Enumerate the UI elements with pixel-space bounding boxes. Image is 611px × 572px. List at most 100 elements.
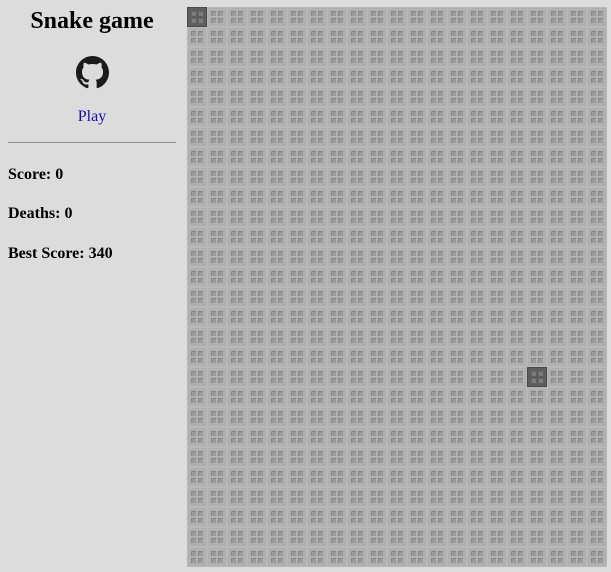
- grid-cell: [447, 7, 467, 27]
- grid-cell: [247, 207, 267, 227]
- grid-cell: [367, 7, 387, 27]
- grid-cell: [467, 107, 487, 127]
- grid-cell: [387, 247, 407, 267]
- grid-cell: [267, 367, 287, 387]
- grid-cell: [547, 487, 567, 507]
- grid-cell: [587, 247, 607, 267]
- grid-cell: [527, 447, 547, 467]
- grid-cell: [407, 407, 427, 427]
- grid-cell: [347, 407, 367, 427]
- grid-cell: [467, 467, 487, 487]
- grid-cell: [407, 67, 427, 87]
- grid-cell: [387, 207, 407, 227]
- grid-cell: [247, 487, 267, 507]
- score-text: Score: 0: [8, 166, 64, 183]
- grid-cell: [187, 427, 207, 447]
- grid-cell: [547, 307, 567, 327]
- grid-cell: [227, 107, 247, 127]
- grid-cell: [567, 447, 587, 467]
- grid-cell: [227, 347, 247, 367]
- grid-cell: [267, 7, 287, 27]
- play-link[interactable]: Play: [0, 108, 184, 126]
- grid-cell: [447, 147, 467, 167]
- grid-cell: [207, 7, 227, 27]
- grid-cell: [487, 67, 507, 87]
- grid-cell: [467, 507, 487, 527]
- grid-cell: [387, 267, 407, 287]
- grid-cell: [467, 247, 487, 267]
- grid-cell: [227, 367, 247, 387]
- grid-cell: [287, 547, 307, 567]
- grid-cell: [567, 347, 587, 367]
- grid-cell: [227, 267, 247, 287]
- grid-cell: [587, 327, 607, 347]
- grid-cell: [287, 87, 307, 107]
- grid-cell: [227, 547, 247, 567]
- grid-cell: [587, 47, 607, 67]
- grid-cell: [547, 427, 567, 447]
- grid-cell: [207, 447, 227, 467]
- grid-cell: [387, 447, 407, 467]
- grid-cell: [347, 447, 367, 467]
- github-icon[interactable]: [76, 56, 109, 89]
- grid-cell: [527, 347, 547, 367]
- grid-cell: [587, 427, 607, 447]
- grid-cell: [547, 507, 567, 527]
- grid-cell: [447, 227, 467, 247]
- grid-cell: [267, 347, 287, 367]
- grid-cell: [547, 7, 567, 27]
- grid-cell: [407, 367, 427, 387]
- grid-cell: [507, 67, 527, 87]
- grid-cell: [467, 307, 487, 327]
- grid-cell: [487, 207, 507, 227]
- grid-cell: [507, 527, 527, 547]
- grid-cell: [407, 267, 427, 287]
- grid-cell: [587, 167, 607, 187]
- grid-cell: [447, 47, 467, 67]
- grid-cell: [587, 27, 607, 47]
- grid-cell: [347, 507, 367, 527]
- grid-cell: [407, 187, 427, 207]
- grid-cell: [287, 387, 307, 407]
- grid-cell: [207, 387, 227, 407]
- grid-cell: [467, 347, 487, 367]
- grid-cell: [367, 147, 387, 167]
- grid-cell: [427, 367, 447, 387]
- grid-cell: [247, 167, 267, 187]
- grid-cell: [427, 247, 447, 267]
- grid-cell: [227, 207, 247, 227]
- grid-cell: [347, 87, 367, 107]
- grid-cell: [587, 407, 607, 427]
- grid-cell: [567, 207, 587, 227]
- grid-cell: [547, 287, 567, 307]
- grid-cell: [487, 287, 507, 307]
- grid-cell: [527, 87, 547, 107]
- grid-cell: [587, 227, 607, 247]
- grid-cell: [307, 447, 327, 467]
- grid-cell: [187, 387, 207, 407]
- grid-cell: [187, 527, 207, 547]
- grid-cell: [487, 487, 507, 507]
- grid-cell: [327, 47, 347, 67]
- grid-cell: [227, 127, 247, 147]
- grid-cell: [447, 367, 467, 387]
- game-board[interactable]: [187, 7, 607, 567]
- grid-cell: [467, 287, 487, 307]
- grid-cell: [487, 27, 507, 47]
- grid-cell: [387, 127, 407, 147]
- grid-cell: [487, 367, 507, 387]
- grid-cell: [467, 207, 487, 227]
- grid-cell: [527, 147, 547, 167]
- grid-cell: [347, 147, 367, 167]
- grid-cell: [487, 107, 507, 127]
- grid-cell: [327, 267, 347, 287]
- grid-cell: [587, 267, 607, 287]
- grid-cell: [507, 387, 527, 407]
- grid-cell: [487, 267, 507, 287]
- grid-cell: [347, 127, 367, 147]
- grid-cell: [267, 547, 287, 567]
- grid-cell: [487, 507, 507, 527]
- grid-cell: [327, 367, 347, 387]
- grid-cell: [387, 307, 407, 327]
- grid-cell: [307, 247, 327, 267]
